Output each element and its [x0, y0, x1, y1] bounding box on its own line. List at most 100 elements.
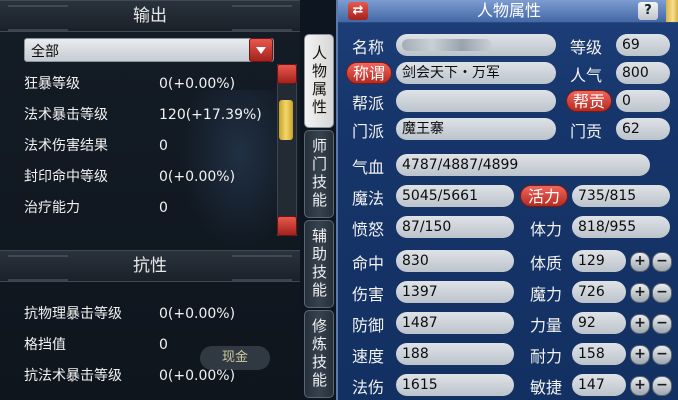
filter-dropdown[interactable]: 全部 — [24, 38, 274, 62]
speed-field: 188 — [396, 343, 514, 365]
scroll-down-button[interactable] — [277, 216, 297, 236]
output-section-title: 输出 — [133, 6, 167, 26]
character-attributes-window: ⇄ 人物属性 ? 名称 等级 69 称谓 剑会天下・万军 人气 800 帮派 帮… — [336, 0, 678, 400]
faction-label: 帮派 — [352, 94, 385, 113]
stat-label: 法术伤害结果 — [24, 138, 108, 154]
stat-value: 120(+17.39%) — [159, 107, 262, 123]
plus-icon[interactable]: + — [630, 252, 650, 272]
scroll-up-button[interactable] — [277, 64, 297, 84]
resist-section-title: 抗性 — [133, 256, 167, 276]
hp-field: 4787/4887/4899 — [396, 154, 650, 176]
plus-icon[interactable]: + — [630, 376, 650, 396]
stat-value: 0 — [159, 200, 168, 216]
stat-label: 封印命中等级 — [24, 169, 108, 185]
contribution-button[interactable]: 帮贡 — [566, 90, 612, 112]
agility-label: 敏捷 — [530, 378, 563, 397]
stat-label: 抗法术暴击等级 — [24, 368, 122, 384]
header-ornament-right — [232, 255, 292, 281]
strength-label: 力量 — [530, 316, 563, 335]
header-ornament-right — [232, 5, 292, 31]
stat-value: 0(+0.00%) — [159, 169, 236, 185]
vertical-tab-bar: 人物属性 师门技能 辅助技能 修炼技能 — [300, 0, 336, 400]
mp-label: 魔法 — [352, 189, 385, 208]
endurance-field: 158 — [572, 343, 626, 365]
speed-label: 速度 — [352, 347, 385, 366]
minus-icon[interactable]: − — [652, 252, 672, 272]
stamina-label: 体力 — [530, 220, 563, 239]
title-field: 剑会天下・万军 — [396, 62, 556, 84]
background-cash-tag: 现金 — [200, 346, 270, 370]
scroll-thumb[interactable] — [279, 100, 293, 140]
rage-label: 愤怒 — [352, 220, 385, 239]
filter-dropdown-value: 全部 — [31, 44, 59, 60]
sect-contribution-field: 62 — [616, 118, 670, 140]
stat-value: 0(+0.00%) — [159, 306, 236, 322]
tab-auxiliary-skills[interactable]: 辅助技能 — [304, 220, 334, 308]
tab-cultivation-skills[interactable]: 修炼技能 — [304, 310, 334, 398]
stat-value: 0 — [159, 138, 168, 154]
defense-label: 防御 — [352, 316, 385, 335]
name-redacted — [402, 39, 492, 51]
sect-field: 魔王寨 — [396, 118, 556, 140]
contribution-field: 0 — [616, 90, 670, 112]
tab-character-attributes[interactable]: 人物属性 — [304, 34, 334, 128]
constitution-label: 体质 — [530, 254, 563, 273]
help-button[interactable]: ? — [638, 2, 658, 20]
minus-icon[interactable]: − — [652, 376, 672, 396]
minus-icon[interactable]: − — [652, 345, 672, 365]
damage-field: 1397 — [396, 281, 514, 303]
window-titlebar: ⇄ 人物属性 ? — [338, 0, 678, 23]
window-title: 人物属性 — [476, 1, 541, 20]
switch-icon[interactable]: ⇄ — [348, 2, 368, 20]
sect-contribution-label: 门贡 — [570, 122, 603, 141]
stat-label: 狂暴等级 — [24, 76, 80, 92]
stat-label: 格挡值 — [24, 337, 66, 353]
vitality-button[interactable]: 活力 — [520, 185, 568, 207]
resist-section-header: 抗性 — [0, 250, 300, 282]
attribute-detail-panel: 输出 全部 狂暴等级 0(+0.00%) 法术暴击等级 120(+17.39%)… — [0, 0, 300, 400]
mp-field: 5045/5661 — [396, 185, 514, 207]
stat-value: 0(+0.00%) — [159, 76, 236, 92]
endurance-label: 耐力 — [530, 347, 563, 366]
stat-label: 抗物理暴击等级 — [24, 306, 122, 322]
plus-icon[interactable]: + — [630, 283, 650, 303]
stat-value: 0 — [159, 337, 168, 353]
hp-label: 气血 — [352, 158, 385, 177]
constitution-field: 129 — [572, 250, 626, 272]
level-label: 等级 — [570, 38, 603, 57]
magic-damage-label: 法伤 — [352, 378, 385, 397]
defense-field: 1487 — [396, 312, 514, 334]
plus-icon[interactable]: + — [630, 314, 650, 334]
agility-field: 147 — [572, 374, 626, 396]
header-ornament-left — [8, 5, 68, 31]
magic-power-field: 726 — [572, 281, 626, 303]
vitality-field: 735/815 — [572, 185, 670, 207]
minus-icon[interactable]: − — [652, 283, 672, 303]
title-button[interactable]: 称谓 — [346, 62, 392, 84]
stamina-field: 818/955 — [572, 216, 670, 238]
header-ornament-left — [8, 255, 68, 281]
popularity-label: 人气 — [570, 66, 603, 85]
stat-label: 治疗能力 — [24, 200, 80, 216]
damage-label: 伤害 — [352, 285, 385, 304]
output-section-header: 输出 — [0, 0, 300, 32]
output-scrollbar[interactable] — [277, 64, 297, 236]
stat-label: 法术暴击等级 — [24, 107, 108, 123]
strength-field: 92 — [572, 312, 626, 334]
magic-power-label: 魔力 — [530, 285, 563, 304]
rage-field: 87/150 — [396, 216, 514, 238]
level-field: 69 — [616, 34, 670, 56]
titlebar-ornament — [666, 0, 678, 22]
popularity-field: 800 — [616, 62, 670, 84]
hit-field: 830 — [396, 250, 514, 272]
name-label: 名称 — [352, 38, 385, 57]
hit-label: 命中 — [352, 254, 385, 273]
magic-damage-field: 1615 — [396, 374, 514, 396]
name-field — [396, 34, 556, 56]
faction-field — [396, 90, 556, 112]
minus-icon[interactable]: − — [652, 314, 672, 334]
sect-label: 门派 — [352, 122, 385, 141]
plus-icon[interactable]: + — [630, 345, 650, 365]
chevron-down-icon[interactable] — [249, 38, 273, 62]
tab-sect-skills[interactable]: 师门技能 — [304, 130, 334, 218]
